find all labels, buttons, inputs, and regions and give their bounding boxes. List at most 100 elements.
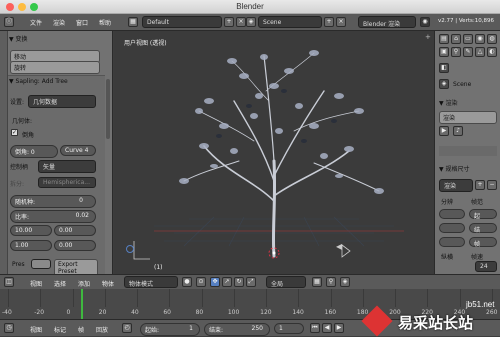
transform-orientation-selector[interactable]: 全局	[266, 276, 306, 288]
scale2-field[interactable]: 1.00	[10, 240, 52, 251]
camera-properties-icon[interactable]: ◧	[439, 63, 449, 73]
timeline-playback-menu[interactable]: 回放	[96, 325, 108, 334]
preset-name-input[interactable]	[31, 259, 51, 269]
timeline-view-menu[interactable]: 视图	[30, 325, 42, 334]
menu-help[interactable]: 帮助	[99, 18, 111, 27]
tool-shelf-scrollbar[interactable]	[106, 79, 110, 139]
menu-file[interactable]: 文件	[30, 18, 42, 27]
add-preset-icon[interactable]: +	[475, 180, 485, 190]
remove-scene-icon[interactable]: ×	[336, 17, 346, 27]
layer-buttons-icon[interactable]: ▦	[312, 277, 322, 287]
timeline-gridline	[169, 289, 171, 307]
split-dropdown[interactable]: Hemispherica...	[38, 177, 96, 188]
bevel-field[interactable]: 倒角: 0	[10, 145, 58, 158]
pivot-point-icon[interactable]: ⊙	[196, 277, 206, 287]
properties-editor-icon[interactable]: ▤	[439, 34, 449, 44]
rotate-manipulator-icon[interactable]: ↻	[234, 277, 244, 287]
info-editor-icon[interactable]: ⓘ	[4, 17, 14, 27]
scale2-variation-field[interactable]: 0.00	[54, 240, 96, 251]
tree-model[interactable]	[114, 31, 434, 274]
display-row[interactable]	[439, 146, 497, 156]
bevel-checkbox-label: 倒角	[22, 132, 35, 139]
constraint-properties-icon[interactable]: ⚲	[451, 47, 461, 57]
end-frame-field[interactable]: 结	[469, 223, 497, 234]
remove-layout-icon[interactable]: ×	[236, 17, 246, 27]
object-menu[interactable]: 物体	[102, 279, 114, 288]
object-properties-icon[interactable]: ▣	[439, 47, 449, 57]
editor-type-icon[interactable]: ◫	[4, 277, 14, 287]
layout-selector[interactable]: Default	[142, 16, 222, 28]
tool-shelf-tabs[interactable]	[0, 31, 8, 274]
remove-preset-icon[interactable]: −	[487, 180, 497, 190]
snap-icon[interactable]: ⚲	[326, 277, 336, 287]
viewport-plus-icon[interactable]: +	[425, 33, 431, 41]
render-preset-dropdown[interactable]: 渲染	[439, 179, 473, 192]
start-frame-value: 1	[189, 325, 193, 332]
view-menu[interactable]: 视图	[30, 279, 42, 288]
modifier-properties-icon[interactable]: ✎	[463, 47, 473, 57]
dimensions-panel-header[interactable]: ▼ 规格尺寸	[439, 164, 470, 173]
render-audio-icon[interactable]: ♪	[453, 126, 463, 136]
render-animation-icon[interactable]: ▶	[439, 126, 449, 136]
timeline-tick-label: 40	[131, 309, 139, 316]
timeline-tick-label: 0	[66, 309, 71, 316]
bevel-checkbox[interactable]: ✓	[11, 129, 18, 136]
prev-keyframe-icon[interactable]: ◀	[322, 323, 332, 333]
rotate-button[interactable]: 旋转	[10, 61, 100, 74]
end-frame-input[interactable]: 结束: 250	[204, 323, 270, 336]
frame-step-field[interactable]: 帧	[469, 237, 497, 248]
render-panel-header[interactable]: ▼ 渲染	[439, 98, 458, 107]
jump-start-icon[interactable]: ⏮	[310, 323, 320, 333]
scene-selector[interactable]: Scene	[258, 16, 322, 28]
layers-properties-icon[interactable]: ▭	[463, 34, 473, 44]
3d-viewport[interactable]: 用户视图 (透视) (1) ◀ +	[114, 31, 434, 274]
render-engine-selector[interactable]: Blender 渲染	[358, 16, 416, 28]
camera-icon[interactable]: ◀	[336, 242, 346, 252]
scene-icon[interactable]: ◈	[246, 17, 256, 27]
manipulator-toggle-icon[interactable]: ✥	[210, 277, 220, 287]
render-properties-icon[interactable]: ⌂	[451, 34, 461, 44]
menu-window[interactable]: 窗口	[76, 18, 88, 27]
select-menu[interactable]: 选择	[54, 279, 66, 288]
add-layout-icon[interactable]: +	[224, 17, 234, 27]
start-frame-field[interactable]: 起	[469, 209, 497, 220]
viewport-shading-icon[interactable]: ●	[182, 277, 192, 287]
material-properties-icon[interactable]: ◐	[487, 47, 497, 57]
settings-dropdown[interactable]: 几何数据	[28, 95, 96, 108]
data-properties-icon[interactable]: △	[475, 47, 485, 57]
render-button[interactable]: 渲染	[439, 111, 497, 124]
preview-range-icon[interactable]: ◴	[122, 323, 132, 333]
world-properties-icon[interactable]: ◍	[487, 34, 497, 44]
operator-panel-header[interactable]: ▼ Sapling: Add Tree	[9, 78, 68, 85]
fps-dropdown[interactable]: 24	[475, 261, 497, 272]
scale-variation-field[interactable]: 0.00	[54, 225, 96, 236]
timeline-marker-menu[interactable]: 标记	[54, 325, 66, 334]
current-frame-input[interactable]: 1	[274, 323, 304, 334]
layout-icon[interactable]: ▦	[128, 17, 138, 27]
mode-selector[interactable]: 物体模式	[124, 276, 178, 288]
resolution-x-field[interactable]	[439, 209, 465, 219]
play-icon[interactable]: ▶	[334, 323, 344, 333]
add-menu[interactable]: 添加	[78, 279, 90, 288]
random-seed-field[interactable]: 随机种: 0	[10, 195, 96, 208]
playhead[interactable]	[80, 289, 83, 319]
curve-resolution-field[interactable]: Curve 4	[60, 145, 96, 156]
timeline-tick-label: 160	[324, 309, 337, 316]
resolution-y-field[interactable]	[439, 223, 465, 233]
ratio-value: 0.02	[75, 212, 89, 219]
timeline-frame-menu[interactable]: 帧	[78, 325, 84, 334]
add-scene-icon[interactable]: +	[324, 17, 334, 27]
translate-manipulator-icon[interactable]: ↗	[222, 277, 232, 287]
scale-manipulator-icon[interactable]: ⤢	[246, 277, 256, 287]
scene-properties-icon[interactable]: ◉	[475, 34, 485, 44]
shape-dropdown[interactable]: 矢量	[38, 160, 96, 173]
ratio-field[interactable]: 比率: 0.02	[10, 210, 96, 223]
timeline-editor-icon[interactable]: ◷	[4, 323, 14, 333]
start-frame-input[interactable]: 起始: 1	[140, 323, 200, 336]
render-preview-icon[interactable]: ◈	[340, 277, 350, 287]
menu-render[interactable]: 渲染	[53, 18, 65, 27]
transform-panel-header[interactable]: ▼ 变换	[9, 34, 28, 43]
aspect-label: 纵横	[441, 254, 454, 261]
scale-field[interactable]: 10.00	[10, 225, 52, 236]
resolution-percent-field[interactable]	[439, 237, 465, 247]
